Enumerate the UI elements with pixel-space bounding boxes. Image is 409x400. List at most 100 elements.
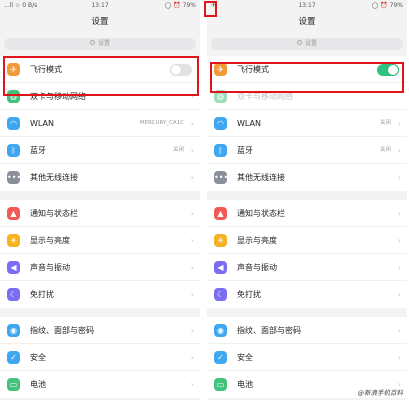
chevron-right-icon: ›: [397, 353, 401, 362]
label-bluetooth: 蓝牙: [237, 146, 253, 155]
row-notification[interactable]: ▲ 通知与状态栏 ›: [0, 200, 200, 227]
page-title: 设置: [298, 17, 316, 27]
chevron-right-icon: ›: [190, 326, 194, 335]
label-battery: 电池: [237, 380, 253, 389]
moon-icon: ☾: [214, 288, 227, 301]
row-other-wireless[interactable]: ••• 其他无线连接 ›: [0, 164, 200, 191]
label-security: 安全: [237, 353, 253, 362]
wlan-value: MERCURY_CA1C: [139, 120, 184, 126]
wlan-value: 关闭: [379, 120, 391, 126]
row-biometrics[interactable]: ◉ 指纹、面部与密码 ›: [0, 317, 200, 344]
speaker-icon: ◀: [7, 261, 20, 274]
moon-icon: ☾: [7, 288, 20, 301]
row-wlan[interactable]: ◠ WLAN MERCURY_CA1C ›: [0, 110, 200, 137]
chevron-right-icon: ›: [190, 119, 194, 128]
highlight-box-airplane-right: [210, 62, 404, 93]
chevron-right-icon: ›: [190, 146, 194, 155]
search-input[interactable]: 设置: [4, 38, 196, 50]
label-bluetooth: 蓝牙: [30, 146, 46, 155]
bluetooth-value: 关闭: [379, 147, 391, 153]
chevron-right-icon: ›: [190, 236, 194, 245]
label-sound: 声音与振动: [30, 263, 70, 272]
label-wlan: WLAN: [237, 119, 262, 128]
label-dnd: 免打扰: [30, 290, 54, 299]
row-display[interactable]: ☀ 显示与亮度 ›: [207, 227, 407, 254]
speaker-icon: ◀: [214, 261, 227, 274]
row-sound[interactable]: ◀ 声音与振动 ›: [0, 254, 200, 281]
chevron-right-icon: ›: [397, 326, 401, 335]
right-screen: ✈ 13:17 ◯ ⏰ 79% 设置 设置 ✈ 飞行模式 ◍ 双卡与移动网络 ◠…: [207, 0, 407, 400]
label-notification: 通知与状态栏: [237, 209, 285, 218]
watermark: @新浪手机百科: [355, 387, 405, 397]
row-sound[interactable]: ◀ 声音与振动 ›: [207, 254, 407, 281]
status-bar: ...ll ☆ 0 B/s 13:17 ◯ ⏰ 79%: [0, 0, 200, 10]
label-biometrics: 指纹、面部与密码: [237, 326, 301, 335]
label-battery: 电池: [30, 380, 46, 389]
row-security[interactable]: ✓ 安全 ›: [0, 344, 200, 371]
chevron-right-icon: ›: [190, 353, 194, 362]
bluetooth-icon: ᛒ: [7, 144, 20, 157]
wifi-icon: ◠: [7, 117, 20, 130]
status-bar: ✈ 13:17 ◯ ⏰ 79%: [207, 0, 407, 10]
label-wlan: WLAN: [30, 119, 55, 128]
bluetooth-value: 关闭: [172, 147, 184, 153]
label-other-wireless: 其他无线连接: [237, 173, 285, 182]
fingerprint-icon: ◉: [214, 324, 227, 337]
sun-icon: ☀: [7, 234, 20, 247]
chevron-right-icon: ›: [190, 380, 194, 389]
label-sound: 声音与振动: [237, 263, 277, 272]
chevron-right-icon: ›: [190, 263, 194, 272]
search-icon: [89, 40, 95, 45]
fingerprint-icon: ◉: [7, 324, 20, 337]
search-placeholder: 设置: [97, 40, 110, 47]
chevron-right-icon: ›: [397, 173, 401, 182]
chevron-right-icon: ›: [397, 146, 401, 155]
more-icon: •••: [214, 171, 229, 184]
chevron-right-icon: ›: [397, 290, 401, 299]
bell-icon: ▲: [214, 207, 227, 220]
label-biometrics: 指纹、面部与密码: [30, 326, 94, 335]
group-display: ▲ 通知与状态栏 › ☀ 显示与亮度 › ◀ 声音与振动 › ☾ 免打扰 ›: [0, 200, 200, 308]
row-battery[interactable]: ▭ 电池 ›: [0, 371, 200, 398]
label-other-wireless: 其他无线连接: [30, 173, 78, 182]
bell-icon: ▲: [7, 207, 20, 220]
row-wlan[interactable]: ◠ WLAN 关闭 ›: [207, 110, 407, 137]
row-security[interactable]: ✓ 安全 ›: [207, 344, 407, 371]
chevron-right-icon: ›: [397, 263, 401, 272]
bluetooth-icon: ᛒ: [214, 144, 227, 157]
battery-icon: ▭: [7, 378, 20, 391]
search-icon: [296, 40, 302, 45]
shield-icon: ✓: [7, 351, 20, 364]
search-placeholder: 设置: [304, 40, 317, 47]
search-input[interactable]: 设置: [211, 38, 403, 50]
status-right: ◯ ⏰ 79%: [371, 2, 403, 9]
label-security: 安全: [30, 353, 46, 362]
row-bluetooth[interactable]: ᛒ 蓝牙 关闭 ›: [207, 137, 407, 164]
chevron-right-icon: ›: [190, 290, 194, 299]
label-display: 显示与亮度: [237, 236, 277, 245]
battery-icon: ▭: [214, 378, 227, 391]
chevron-right-icon: ›: [397, 119, 401, 128]
row-notification[interactable]: ▲ 通知与状态栏 ›: [207, 200, 407, 227]
sun-icon: ☀: [214, 234, 227, 247]
highlight-box-airplane-left: [3, 56, 199, 96]
label-dnd: 免打扰: [237, 290, 261, 299]
row-other-wireless[interactable]: ••• 其他无线连接 ›: [207, 164, 407, 191]
group-display: ▲ 通知与状态栏 › ☀ 显示与亮度 › ◀ 声音与振动 › ☾ 免打扰 ›: [207, 200, 407, 308]
group-security: ◉ 指纹、面部与密码 › ✓ 安全 › ▭ 电池 ›: [0, 317, 200, 398]
row-dnd[interactable]: ☾ 免打扰 ›: [207, 281, 407, 308]
label-notification: 通知与状态栏: [30, 209, 78, 218]
chevron-right-icon: ›: [190, 173, 194, 182]
chevron-right-icon: ›: [397, 236, 401, 245]
highlight-box-status-airplane: [204, 1, 217, 17]
row-bluetooth[interactable]: ᛒ 蓝牙 关闭 ›: [0, 137, 200, 164]
chevron-right-icon: ›: [397, 209, 401, 218]
row-dnd[interactable]: ☾ 免打扰 ›: [0, 281, 200, 308]
row-display[interactable]: ☀ 显示与亮度 ›: [0, 227, 200, 254]
group-security: ◉ 指纹、面部与密码 › ✓ 安全 › ▭ 电池 ›: [207, 317, 407, 398]
page-title: 设置: [91, 17, 109, 27]
row-biometrics[interactable]: ◉ 指纹、面部与密码 ›: [207, 317, 407, 344]
wifi-icon: ◠: [214, 117, 227, 130]
chevron-right-icon: ›: [190, 209, 194, 218]
shield-icon: ✓: [214, 351, 227, 364]
